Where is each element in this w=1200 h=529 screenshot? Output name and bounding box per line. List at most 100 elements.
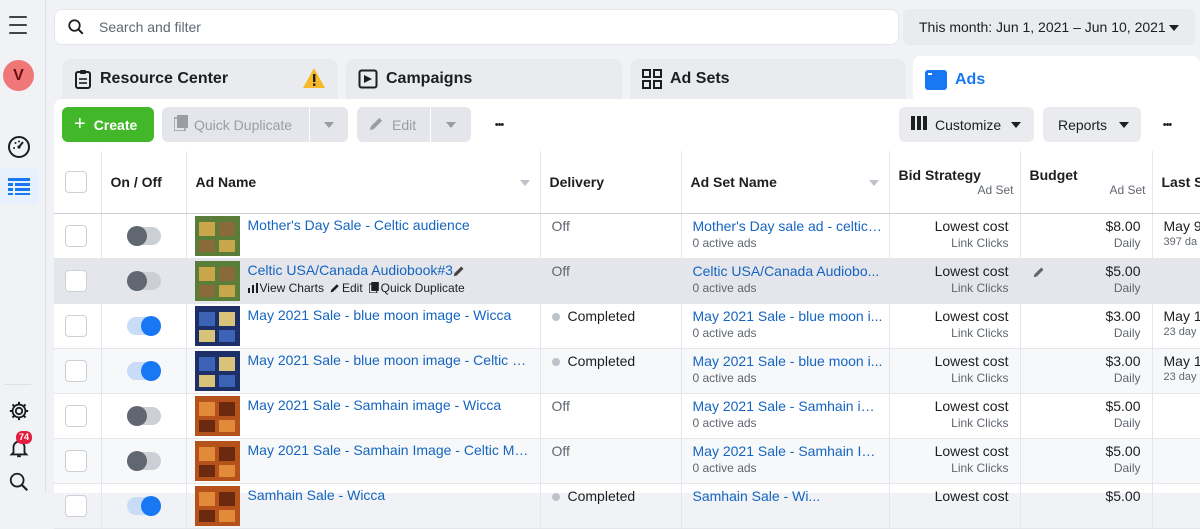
ad-name-link[interactable]: Celtic USA/Canada Audiobook#3 bbox=[248, 262, 533, 278]
ad-thumbnail-image[interactable] bbox=[195, 351, 240, 391]
row-checkbox[interactable] bbox=[65, 225, 87, 247]
row-checkbox[interactable] bbox=[65, 450, 87, 472]
ad-name-link[interactable]: May 2021 Sale - blue moon image - Celtic… bbox=[248, 352, 533, 368]
settings-gear-icon[interactable] bbox=[5, 397, 33, 425]
create-button[interactable]: + Create bbox=[62, 107, 154, 142]
ad-set-link[interactable]: Celtic USA/Canada Audiobo... bbox=[693, 263, 883, 279]
avatar[interactable]: V bbox=[3, 60, 34, 91]
view-charts-action[interactable]: View Charts bbox=[248, 281, 324, 295]
ad-thumbnail-image[interactable] bbox=[195, 396, 240, 436]
column-header-ad-set-name[interactable]: Ad Set Name bbox=[681, 151, 889, 213]
delivery-cell: Completed bbox=[540, 348, 681, 393]
ad-set-active-count: 0 active ads bbox=[693, 281, 889, 295]
last-edit-cell: May 123 day bbox=[1152, 348, 1200, 393]
sort-caret-icon[interactable] bbox=[869, 180, 879, 186]
delivery-label: Off bbox=[552, 443, 570, 459]
tab-ads[interactable]: Ads bbox=[913, 56, 1200, 104]
row-checkbox[interactable] bbox=[65, 405, 87, 427]
column-header-delivery[interactable]: Delivery bbox=[540, 151, 681, 213]
on-off-toggle[interactable] bbox=[127, 452, 161, 470]
ad-thumbnail-image[interactable] bbox=[195, 306, 240, 346]
ad-set-link[interactable]: May 2021 Sale - blue moon i... bbox=[693, 353, 883, 369]
toggle-knob bbox=[127, 406, 147, 426]
table-row[interactable]: May 2021 Sale - blue moon image - Celtic… bbox=[54, 348, 1200, 393]
edit-action[interactable]: Edit bbox=[330, 281, 363, 295]
on-off-toggle[interactable] bbox=[127, 362, 161, 380]
dashboard-gauge-icon[interactable] bbox=[5, 133, 33, 161]
delivery-status: Off bbox=[541, 394, 681, 414]
customize-label: Customize bbox=[935, 117, 1001, 133]
search-icon[interactable] bbox=[5, 468, 33, 496]
budget-cell: $5.00Daily bbox=[1020, 438, 1152, 483]
column-header-last-significant-edit[interactable]: Last S bbox=[1152, 151, 1200, 213]
customize-button[interactable]: Customize bbox=[899, 107, 1034, 142]
pencil-icon bbox=[330, 283, 340, 293]
menu-icon[interactable] bbox=[9, 16, 27, 40]
quick-duplicate-action[interactable]: Quick Duplicate bbox=[369, 281, 465, 295]
date-range-picker[interactable]: This month: Jun 1, 2021 – Jun 10, 2021 bbox=[903, 9, 1195, 45]
ad-set-active-count: 0 active ads bbox=[693, 326, 889, 340]
chevron-down-icon bbox=[446, 122, 456, 128]
reports-button[interactable]: Reports bbox=[1043, 107, 1141, 142]
edit-dropdown[interactable] bbox=[431, 107, 471, 142]
column-header-on-off[interactable]: On / Off bbox=[101, 151, 186, 213]
tab-resource-center[interactable]: Resource Center bbox=[62, 59, 338, 99]
ad-set-link[interactable]: Mother's Day sale ad - celtic ... bbox=[693, 218, 883, 234]
search-and-filter-bar[interactable]: Search and filter bbox=[54, 9, 899, 45]
pencil-icon bbox=[369, 116, 384, 134]
row-checkbox[interactable] bbox=[65, 270, 87, 292]
on-off-toggle[interactable] bbox=[127, 227, 161, 245]
last-edit-age: 397 da bbox=[1164, 236, 1200, 248]
bid-strategy-sub: Link Clicks bbox=[890, 416, 1009, 430]
table-row[interactable]: Mother's Day Sale - Celtic audience Off … bbox=[54, 213, 1200, 258]
on-off-toggle[interactable] bbox=[127, 272, 161, 290]
ad-thumbnail-image[interactable] bbox=[195, 216, 240, 256]
delivery-label: Completed bbox=[568, 353, 636, 369]
more-options-button[interactable]: ••• bbox=[484, 107, 514, 142]
table-row[interactable]: May 2021 Sale - Samhain Image - Celtic M… bbox=[54, 438, 1200, 483]
ad-name-link[interactable]: May 2021 Sale - Samhain Image - Celtic M… bbox=[248, 442, 533, 458]
on-off-toggle[interactable] bbox=[127, 317, 161, 335]
ad-name-link[interactable]: May 2021 Sale - blue moon image - Wicca bbox=[248, 307, 533, 323]
warning-icon[interactable] bbox=[302, 67, 326, 94]
on-off-toggle[interactable] bbox=[127, 407, 161, 425]
ad-name-link[interactable]: Mother's Day Sale - Celtic audience bbox=[248, 217, 533, 233]
tab-ad-sets[interactable]: Ad Sets bbox=[630, 59, 906, 99]
row-checkbox[interactable] bbox=[65, 315, 87, 337]
table-row[interactable]: Celtic USA/Canada Audiobook#3 View Chart… bbox=[54, 258, 1200, 303]
last-edit-age: 23 day bbox=[1164, 326, 1200, 338]
delivery-status: Off bbox=[541, 259, 681, 279]
table-row[interactable]: Samhain Sale - Wicca Completed Samhain S… bbox=[54, 483, 1200, 528]
table-row[interactable]: May 2021 Sale - Samhain image - Wicca Of… bbox=[54, 393, 1200, 438]
more-options-button[interactable]: ••• bbox=[1152, 107, 1182, 142]
quick-duplicate-button[interactable]: Quick Duplicate bbox=[162, 107, 309, 142]
table-row[interactable]: May 2021 Sale - blue moon image - Wicca … bbox=[54, 303, 1200, 348]
ad-set-link[interactable]: May 2021 Sale - Samhain Im... bbox=[693, 443, 883, 459]
ad-set-link[interactable]: May 2021 Sale - blue moon i... bbox=[693, 308, 883, 324]
ad-set-link[interactable]: Samhain Sale - Wi... bbox=[693, 488, 883, 504]
ad-thumbnail-image[interactable] bbox=[195, 486, 240, 526]
ads-icon bbox=[925, 69, 947, 91]
delivery-cell: Off bbox=[540, 258, 681, 303]
on-off-toggle[interactable] bbox=[127, 497, 161, 515]
column-header-budget[interactable]: BudgetAd Set bbox=[1020, 151, 1152, 213]
quick-duplicate-dropdown[interactable] bbox=[310, 107, 348, 142]
ad-set-link[interactable]: May 2021 Sale - Samhain im... bbox=[693, 398, 883, 414]
row-toggle-cell bbox=[101, 348, 186, 393]
status-dot bbox=[552, 358, 560, 366]
column-header-bid-strategy[interactable]: Bid StrategyAd Set bbox=[889, 151, 1020, 213]
pencil-icon[interactable] bbox=[1033, 265, 1045, 281]
tab-campaigns[interactable]: Campaigns bbox=[346, 59, 622, 99]
row-checkbox[interactable] bbox=[65, 495, 87, 517]
sort-caret-icon[interactable] bbox=[520, 180, 530, 186]
row-checkbox[interactable] bbox=[65, 360, 87, 382]
ad-thumbnail-image[interactable] bbox=[195, 261, 240, 301]
pencil-icon[interactable] bbox=[453, 264, 465, 280]
ad-name-link[interactable]: May 2021 Sale - Samhain image - Wicca bbox=[248, 397, 533, 413]
ad-name-link[interactable]: Samhain Sale - Wicca bbox=[248, 487, 533, 503]
edit-button[interactable]: Edit bbox=[357, 107, 430, 142]
select-all-checkbox[interactable] bbox=[65, 171, 87, 193]
column-header-ad-name[interactable]: Ad Name bbox=[186, 151, 540, 213]
ads-manager-table-icon[interactable] bbox=[5, 172, 33, 200]
ad-thumbnail-image[interactable] bbox=[195, 441, 240, 481]
